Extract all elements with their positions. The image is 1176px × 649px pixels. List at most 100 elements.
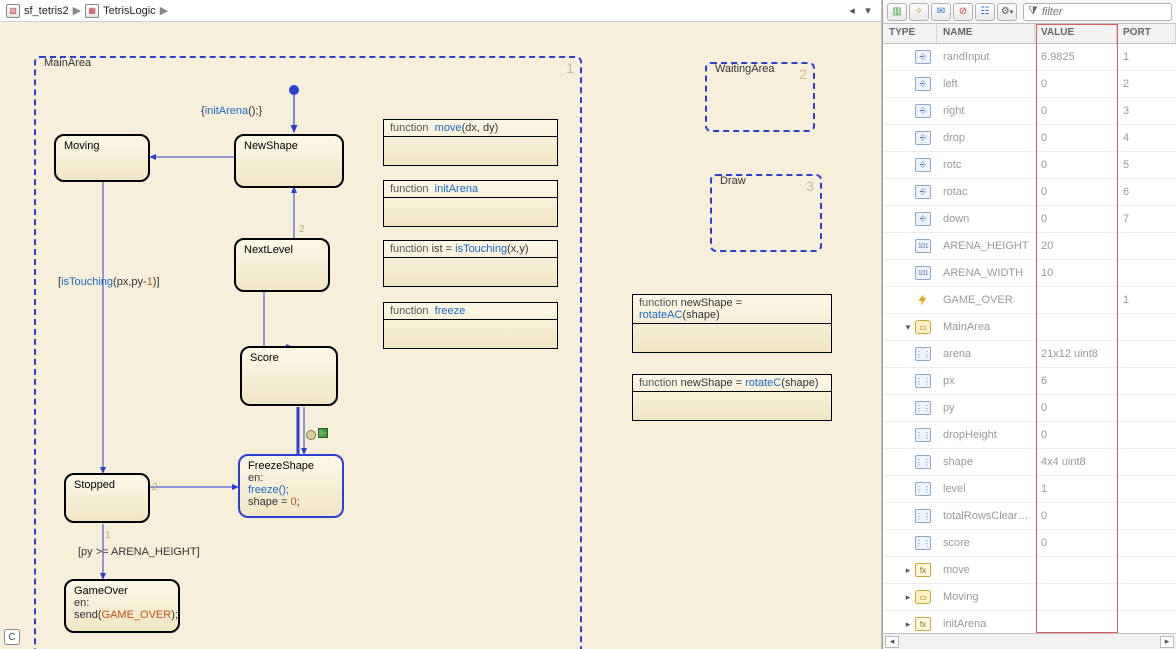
state-gameover[interactable]: GameOver en: send(GAME_OVER); bbox=[64, 579, 180, 633]
row-value: 0 bbox=[1035, 213, 1117, 225]
table-row[interactable]: ⎆drop04 bbox=[883, 125, 1176, 152]
table-row[interactable]: ⋮⋮px6 bbox=[883, 368, 1176, 395]
filter-input[interactable] bbox=[1040, 5, 1167, 19]
horizontal-scrollbar[interactable]: ◂ ▸ bbox=[883, 633, 1176, 649]
breadcrumb-item[interactable]: sf_tetris2 bbox=[24, 5, 69, 17]
th-port[interactable]: PORT bbox=[1117, 24, 1176, 43]
settings-button[interactable]: ⚙▾ bbox=[997, 3, 1017, 21]
row-port: 5 bbox=[1117, 159, 1176, 171]
state-newshape[interactable]: NewShape bbox=[234, 134, 344, 188]
row-port: 1 bbox=[1117, 294, 1176, 306]
filter-box[interactable]: ⧩ bbox=[1023, 3, 1172, 21]
region-order: 3 bbox=[806, 178, 814, 194]
table-row[interactable]: GAME_OVER1 bbox=[883, 287, 1176, 314]
table-row[interactable]: ▸▭Moving bbox=[883, 584, 1176, 611]
local-data-icon: ⋮⋮ bbox=[915, 509, 931, 523]
th-type[interactable]: TYPE bbox=[883, 24, 937, 43]
table-row[interactable]: ⎆rotc05 bbox=[883, 152, 1176, 179]
local-data-icon: ⋮⋮ bbox=[915, 401, 931, 415]
breadcrumb-item[interactable]: TetrisLogic bbox=[103, 5, 156, 17]
trigger-icon bbox=[318, 428, 328, 438]
nav-down-icon[interactable]: ▾ bbox=[861, 4, 875, 18]
symbols-toolbar: ▥ ✧ ✉ ⊘ ☷ ⚙▾ ⧩ bbox=[883, 0, 1176, 24]
transition-condition: [py >= ARENA_HEIGHT] bbox=[78, 546, 200, 558]
table-row[interactable]: ▾▭MainArea bbox=[883, 314, 1176, 341]
table-row[interactable]: ⋮⋮dropHeight0 bbox=[883, 422, 1176, 449]
table-row[interactable]: ▸fxmove bbox=[883, 557, 1176, 584]
state-icon: ▭ bbox=[915, 320, 931, 334]
row-value: 20 bbox=[1035, 240, 1117, 252]
state-icon: ▭ bbox=[915, 590, 931, 604]
table-row[interactable]: ⎆rotac06 bbox=[883, 179, 1176, 206]
local-data-icon: ⋮⋮ bbox=[915, 455, 931, 469]
chart-icon: ▦ bbox=[85, 4, 99, 18]
state-code-line: en: bbox=[74, 597, 170, 609]
row-name: px bbox=[937, 375, 1035, 387]
add-message-button[interactable]: ✉ bbox=[931, 3, 951, 21]
state-moving[interactable]: Moving bbox=[54, 134, 150, 182]
state-code-line: en: bbox=[248, 472, 334, 484]
add-data-button[interactable]: ▥ bbox=[887, 3, 907, 21]
row-name: left bbox=[937, 78, 1035, 90]
add-event-button[interactable]: ✧ bbox=[909, 3, 929, 21]
resolve-button[interactable]: ⊘ bbox=[953, 3, 973, 21]
symbols-table[interactable]: ⎆randInput6.98251⎆left02⎆right03⎆drop04⎆… bbox=[883, 44, 1176, 633]
th-name[interactable]: NAME bbox=[937, 24, 1035, 43]
table-row[interactable]: ▸fxinitArena bbox=[883, 611, 1176, 633]
table-row[interactable]: ⎆down07 bbox=[883, 206, 1176, 233]
region-waitingarea[interactable]: WaitingArea 2 bbox=[705, 62, 815, 132]
local-data-icon: ⋮⋮ bbox=[915, 374, 931, 388]
state-freezeshape[interactable]: FreezeShape en: freeze(); shape = 0; bbox=[238, 454, 344, 518]
expander-icon[interactable]: ▾ bbox=[903, 322, 913, 332]
row-port: 7 bbox=[1117, 213, 1176, 225]
table-row[interactable]: ⋮⋮shape4x4 uint8 bbox=[883, 449, 1176, 476]
stateflow-canvas[interactable]: MainArea 1 {initArena();} bbox=[0, 22, 881, 649]
input-data-icon: ⎆ bbox=[915, 158, 931, 172]
transition-condition: [isTouching(px,py-1)] bbox=[58, 276, 160, 288]
input-data-icon: ⎆ bbox=[915, 131, 931, 145]
table-row[interactable]: ⎆left02 bbox=[883, 71, 1176, 98]
nav-left-icon[interactable]: ◂ bbox=[845, 4, 859, 18]
state-nextlevel[interactable]: NextLevel bbox=[234, 238, 330, 292]
state-score[interactable]: Score bbox=[240, 346, 338, 406]
table-row[interactable]: ⎆randInput6.98251 bbox=[883, 44, 1176, 71]
table-row[interactable]: ⋮⋮score0 bbox=[883, 530, 1176, 557]
func-rotateac[interactable]: function newShape = rotateAC(shape) bbox=[632, 294, 832, 353]
func-move[interactable]: function move(dx, dy) bbox=[383, 119, 558, 166]
state-code-line: freeze(); bbox=[248, 484, 334, 496]
table-row[interactable]: ⎆right03 bbox=[883, 98, 1176, 125]
expander-icon[interactable]: ▸ bbox=[903, 619, 913, 629]
table-row[interactable]: ⋮⋮totalRowsCleared0 bbox=[883, 503, 1176, 530]
table-row[interactable]: ARENA_HEIGHT20 bbox=[883, 233, 1176, 260]
state-stopped[interactable]: Stopped bbox=[64, 473, 150, 523]
row-value: 0 bbox=[1035, 105, 1117, 117]
func-freeze[interactable]: function freeze bbox=[383, 302, 558, 349]
row-name: randInput bbox=[937, 51, 1035, 63]
region-draw[interactable]: Draw 3 bbox=[710, 174, 822, 252]
row-value: 0 bbox=[1035, 537, 1117, 549]
row-name: dropHeight bbox=[937, 429, 1035, 441]
table-row[interactable]: ARENA_WIDTH10 bbox=[883, 260, 1176, 287]
scroll-left-button[interactable]: ◂ bbox=[885, 636, 899, 648]
hierarchy-button[interactable]: ☷ bbox=[975, 3, 995, 21]
row-name: totalRowsCleared bbox=[937, 510, 1035, 522]
row-value: 0 bbox=[1035, 132, 1117, 144]
canvas-corner-button[interactable]: C bbox=[4, 629, 20, 645]
scroll-right-button[interactable]: ▸ bbox=[1160, 636, 1174, 648]
expander-icon[interactable]: ▸ bbox=[903, 565, 913, 575]
func-istouching[interactable]: function ist = isTouching(x,y) bbox=[383, 240, 558, 287]
expander-icon[interactable]: ▸ bbox=[903, 592, 913, 602]
breadcrumb: ▧ sf_tetris2 ▶ ▦ TetrisLogic ▶ ◂ ▾ bbox=[0, 0, 881, 22]
input-data-icon: ⎆ bbox=[915, 104, 931, 118]
func-initarena[interactable]: function initArena bbox=[383, 180, 558, 227]
table-row[interactable]: ⋮⋮arena21x12 uint8 bbox=[883, 341, 1176, 368]
row-name: shape bbox=[937, 456, 1035, 468]
table-row[interactable]: ⋮⋮level1 bbox=[883, 476, 1176, 503]
row-name: right bbox=[937, 105, 1035, 117]
func-rotatec[interactable]: function newShape = rotateC(shape) bbox=[632, 374, 832, 421]
row-value: 21x12 uint8 bbox=[1035, 348, 1117, 360]
th-value[interactable]: VALUE bbox=[1035, 24, 1117, 43]
row-value: 0 bbox=[1035, 159, 1117, 171]
local-data-icon: ⋮⋮ bbox=[915, 428, 931, 442]
table-row[interactable]: ⋮⋮py0 bbox=[883, 395, 1176, 422]
